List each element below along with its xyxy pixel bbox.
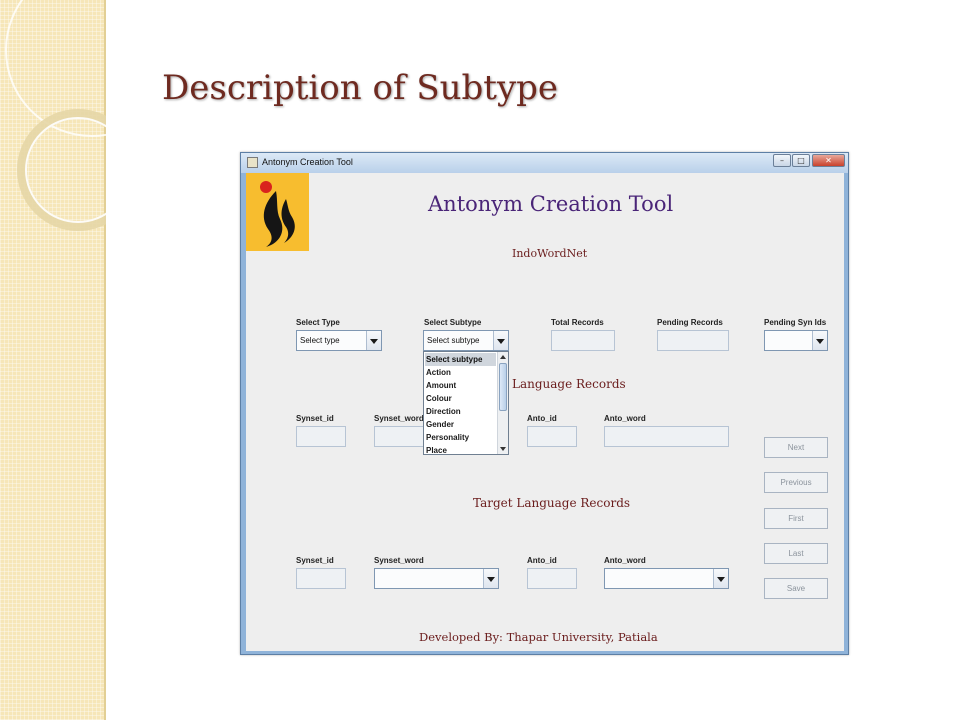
- maximize-button[interactable]: □: [792, 154, 810, 167]
- subtype-option-colour[interactable]: Colour: [425, 392, 496, 405]
- source-anto-id-field[interactable]: [527, 426, 577, 447]
- scroll-down-icon[interactable]: [500, 447, 506, 451]
- chevron-down-icon[interactable]: [366, 331, 381, 350]
- target-synset-id-label: Synset_id: [296, 556, 334, 565]
- previous-button[interactable]: Previous: [764, 472, 828, 493]
- last-button[interactable]: Last: [764, 543, 828, 564]
- subtype-dropdown-list[interactable]: Select subtype Action Amount Colour Dire…: [423, 351, 509, 455]
- scroll-up-icon[interactable]: [500, 355, 506, 359]
- scroll-thumb[interactable]: [499, 363, 507, 411]
- select-subtype-label: Select Subtype: [424, 318, 482, 327]
- target-anto-id-field[interactable]: [527, 568, 577, 589]
- subtype-option-select-subtype[interactable]: Select subtype: [425, 353, 496, 366]
- target-language-heading: Target Language Records: [473, 496, 631, 510]
- target-synset-word-combobox[interactable]: [374, 568, 499, 589]
- target-anto-word-combobox[interactable]: [604, 568, 729, 589]
- minimize-icon: –: [780, 156, 784, 165]
- dropdown-scrollbar[interactable]: [497, 352, 508, 454]
- app-window: Antonym Creation Tool – □ ✕ Antonym Crea…: [240, 152, 849, 655]
- slide-title: Description of Subtype: [162, 68, 559, 108]
- chevron-down-icon[interactable]: [483, 569, 498, 588]
- save-button[interactable]: Save: [764, 578, 828, 599]
- select-type-combobox[interactable]: Select type: [296, 330, 382, 351]
- close-icon: ✕: [825, 156, 832, 165]
- slide-decoration-band: [0, 0, 106, 720]
- app-subheading: IndoWordNet: [512, 247, 588, 260]
- subtype-option-action[interactable]: Action: [425, 366, 496, 379]
- pending-syn-ids-combobox[interactable]: [764, 330, 828, 351]
- source-synset-id-field[interactable]: [296, 426, 346, 447]
- app-client-area: Antonym Creation Tool IndoWordNet Select…: [246, 173, 844, 651]
- decorative-circles: [5, 0, 106, 231]
- subtype-option-direction[interactable]: Direction: [425, 405, 496, 418]
- close-button[interactable]: ✕: [812, 154, 845, 167]
- pending-syn-ids-label: Pending Syn Ids: [764, 318, 827, 327]
- total-records-field[interactable]: [551, 330, 615, 351]
- source-language-heading: Language Records: [512, 377, 626, 391]
- window-titlebar[interactable]: Antonym Creation Tool – □ ✕: [241, 153, 848, 173]
- source-synset-word-field[interactable]: [374, 426, 424, 447]
- target-synset-id-field[interactable]: [296, 568, 346, 589]
- next-button[interactable]: Next: [764, 437, 828, 458]
- minimize-button[interactable]: –: [773, 154, 791, 167]
- source-anto-id-label: Anto_id: [527, 414, 557, 423]
- app-icon: [247, 157, 258, 168]
- select-subtype-combobox[interactable]: Select subtype: [423, 330, 509, 351]
- select-type-label: Select Type: [296, 318, 340, 327]
- flame-logo-icon: [246, 173, 309, 251]
- select-type-value: Select type: [300, 336, 340, 345]
- select-subtype-value: Select subtype: [427, 336, 480, 345]
- first-button[interactable]: First: [764, 508, 828, 529]
- source-synset-word-label: Synset_word: [374, 414, 424, 423]
- footer-credit: Developed By: Thapar University, Patiala: [419, 630, 658, 644]
- subtype-option-place[interactable]: Place: [425, 444, 496, 454]
- target-synset-word-label: Synset_word: [374, 556, 424, 565]
- window-title: Antonym Creation Tool: [262, 157, 353, 167]
- target-anto-id-label: Anto_id: [527, 556, 557, 565]
- chevron-down-icon[interactable]: [713, 569, 728, 588]
- source-anto-word-field[interactable]: [604, 426, 729, 447]
- subtype-option-gender[interactable]: Gender: [425, 418, 496, 431]
- chevron-down-icon[interactable]: [493, 331, 508, 350]
- pending-records-label: Pending Records: [657, 318, 723, 327]
- subtype-option-amount[interactable]: Amount: [425, 379, 496, 392]
- subtype-option-personality[interactable]: Personality: [425, 431, 496, 444]
- total-records-label: Total Records: [551, 318, 604, 327]
- target-anto-word-label: Anto_word: [604, 556, 646, 565]
- chevron-down-icon[interactable]: [812, 331, 827, 350]
- pending-records-field[interactable]: [657, 330, 729, 351]
- maximize-icon: □: [797, 156, 805, 165]
- source-synset-id-label: Synset_id: [296, 414, 334, 423]
- app-heading: Antonym Creation Tool: [428, 192, 674, 216]
- source-anto-word-label: Anto_word: [604, 414, 646, 423]
